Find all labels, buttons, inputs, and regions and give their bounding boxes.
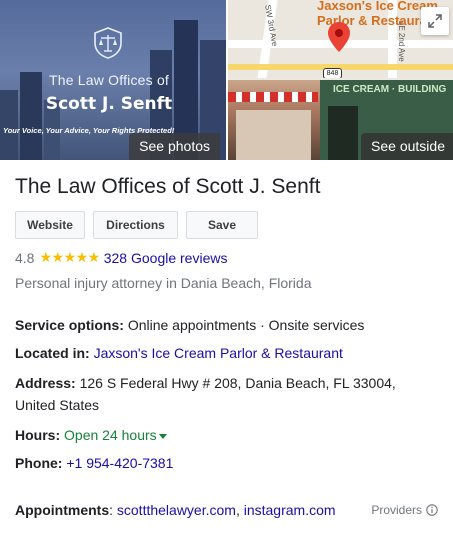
directions-button[interactable]: Directions	[93, 211, 178, 239]
save-button[interactable]: Save	[186, 211, 258, 239]
service-options-value: Online appointments · Onsite services	[127, 317, 365, 333]
action-buttons: Website Directions Save	[15, 211, 258, 239]
address-line2: United States	[15, 397, 100, 413]
see-photos-button[interactable]: See photos	[129, 133, 220, 160]
business-photo[interactable]: The Law Offices of Scott J. Senft Your V…	[0, 0, 226, 160]
providers-info[interactable]: Providers	[371, 503, 438, 517]
map-pin-icon	[328, 22, 350, 52]
see-outside-button[interactable]: See outside	[361, 133, 453, 160]
street-view-photo[interactable]: ICE CREAM · BUILDING See outside	[228, 80, 453, 160]
hours-dropdown[interactable]: Open 24 hours	[64, 427, 167, 443]
located-in-label: Located in:	[15, 345, 90, 361]
address-label: Address:	[15, 375, 76, 391]
business-category: Personal injury attorney in Dania Beach,…	[15, 275, 312, 291]
address-row: Address: 126 S Federal Hwy # 208, Dania …	[15, 372, 435, 416]
route-shield: 848	[323, 68, 342, 78]
website-button[interactable]: Website	[15, 211, 85, 239]
scales-of-justice-icon	[94, 27, 122, 59]
hours-value: Open 24 hours	[64, 427, 157, 443]
address-line1: 126 S Federal Hwy # 208, Dania Beach, FL…	[79, 375, 396, 391]
location-panel: SW 3rd Ave SE 2nd Ave Jaxson's Ice Cream…	[228, 0, 453, 160]
service-options-row: Service options: Online appointments · O…	[15, 314, 364, 336]
rating-value: 4.8	[15, 249, 35, 266]
phone-row: Phone: +1 954-420-7381	[15, 452, 173, 474]
hours-label: Hours:	[15, 427, 61, 443]
located-in-link[interactable]: Jaxson's Ice Cream Parlor & Restaurant	[94, 345, 343, 361]
expand-map-button[interactable]	[421, 7, 449, 35]
reviews-link[interactable]: 328 Google reviews	[104, 250, 228, 266]
service-options-label: Service options:	[15, 317, 124, 333]
phone-label: Phone:	[15, 455, 63, 471]
expand-icon	[428, 14, 442, 28]
located-in-row: Located in: Jaxson's Ice Cream Parlor & …	[15, 342, 343, 364]
caret-down-icon	[158, 433, 167, 439]
phone-link[interactable]: +1 954-420-7381	[66, 455, 173, 471]
hours-row: Hours: Open 24 hours	[15, 424, 167, 446]
info-icon	[426, 504, 438, 516]
rating-row: 4.8 ★★★★★ 328 Google reviews	[15, 249, 227, 266]
appointments-link-instagram[interactable]: instagram.com	[244, 502, 336, 518]
storefront-sign: ICE CREAM · BUILDING	[333, 84, 447, 95]
business-title: The Law Offices of Scott J. Senft	[15, 175, 321, 198]
star-rating-icon: ★★★★★	[39, 249, 100, 265]
map-thumbnail[interactable]: SW 3rd Ave SE 2nd Ave Jaxson's Ice Cream…	[228, 0, 453, 78]
providers-label: Providers	[371, 503, 422, 517]
photo-firm-line1: The Law Offices of	[48, 72, 170, 88]
appointments-row: Appointments: scottthelawyer.com, instag…	[15, 502, 336, 518]
media-header: The Law Offices of Scott J. Senft Your V…	[0, 0, 453, 160]
appointments-label: Appointments	[15, 502, 110, 518]
photo-firm-line2: Scott J. Senft	[45, 94, 173, 114]
appointments-link-website[interactable]: scottthelawyer.com	[117, 502, 236, 518]
